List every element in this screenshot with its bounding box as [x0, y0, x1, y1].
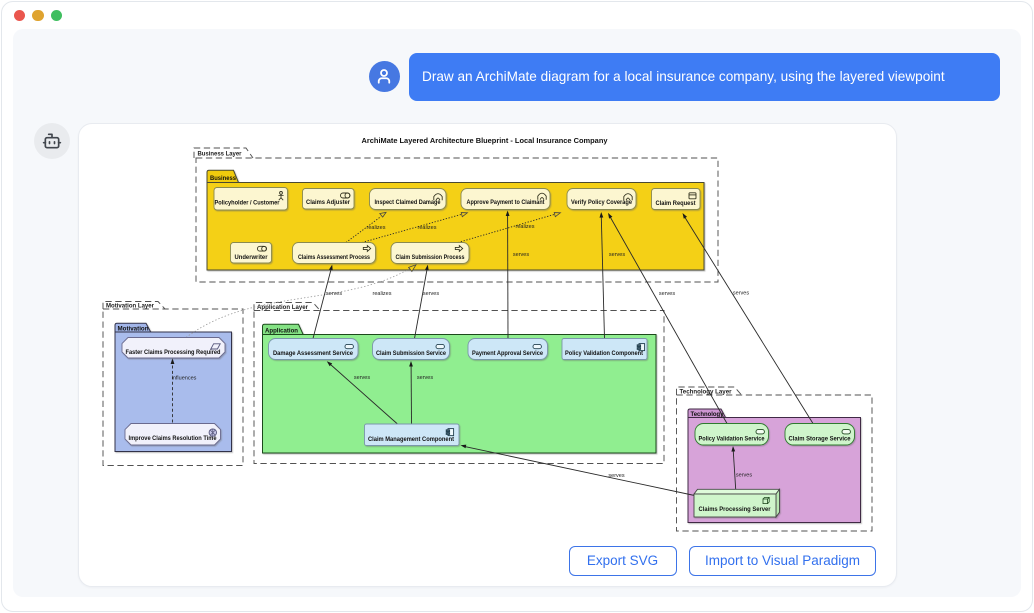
svg-text:Claim Request: Claim Request	[656, 200, 696, 207]
svg-text:Claim Storage Service: Claim Storage Service	[789, 435, 852, 442]
svg-text:Claim Submission Service: Claim Submission Service	[376, 350, 447, 357]
svg-text:Motivation: Motivation	[118, 326, 149, 333]
svg-text:Verify Policy Coverage: Verify Policy Coverage	[571, 199, 632, 206]
svg-text:Claims Assessment Process: Claims Assessment Process	[298, 254, 370, 261]
svg-text:serves: serves	[733, 291, 749, 297]
svg-text:serves: serves	[423, 291, 439, 297]
svg-text:serves: serves	[608, 473, 624, 479]
svg-text:Claim Submission Process: Claim Submission Process	[396, 254, 465, 261]
svg-text:realizes: realizes	[418, 225, 437, 231]
svg-text:serves: serves	[417, 375, 433, 381]
svg-text:Motivation Layer: Motivation Layer	[106, 303, 155, 310]
svg-text:Policy Validation Service: Policy Validation Service	[699, 435, 765, 442]
svg-text:Application: Application	[265, 328, 298, 335]
svg-text:Business: Business	[210, 175, 236, 182]
svg-text:Business Layer: Business Layer	[198, 151, 243, 158]
svg-text:serves: serves	[513, 252, 529, 258]
svg-text:serves: serves	[659, 291, 675, 297]
svg-text:Policyholder / Customer: Policyholder / Customer	[215, 200, 281, 207]
svg-text:Payment Approval Service: Payment Approval Service	[472, 350, 544, 357]
svg-text:Technology: Technology	[691, 411, 724, 418]
svg-text:Faster Claims Processing Requi: Faster Claims Processing Required	[126, 349, 221, 356]
svg-text:Policy Validation Component: Policy Validation Component	[565, 350, 643, 357]
svg-text:realizes: realizes	[367, 225, 386, 231]
svg-text:serves: serves	[354, 375, 370, 381]
svg-text:Claims Processing Server: Claims Processing Server	[699, 506, 772, 513]
svg-text:Underwriter: Underwriter	[235, 254, 269, 261]
svg-text:Approve Payment to Claimant: Approve Payment to Claimant	[467, 199, 545, 206]
svg-text:Improve Claims Resolution Time: Improve Claims Resolution Time	[129, 435, 218, 442]
svg-text:realizes: realizes	[373, 291, 392, 297]
svg-text:Technology Layer: Technology Layer	[680, 388, 733, 395]
svg-text:Damage Assessment Service: Damage Assessment Service	[273, 350, 354, 357]
svg-text:Inspect Claimed Damage: Inspect Claimed Damage	[375, 199, 441, 206]
svg-text:Claim Management Component: Claim Management Component	[368, 436, 454, 443]
svg-text:realizes: realizes	[516, 224, 535, 230]
svg-text:ArchiMate Layered Architecture: ArchiMate Layered Architecture Blueprint…	[362, 136, 609, 145]
svg-text:Claims Adjuster: Claims Adjuster	[306, 199, 351, 206]
svg-text:serves: serves	[326, 291, 342, 297]
svg-text:serves: serves	[609, 252, 625, 258]
svg-text:serves: serves	[736, 472, 752, 478]
svg-text:influences: influences	[172, 376, 197, 382]
